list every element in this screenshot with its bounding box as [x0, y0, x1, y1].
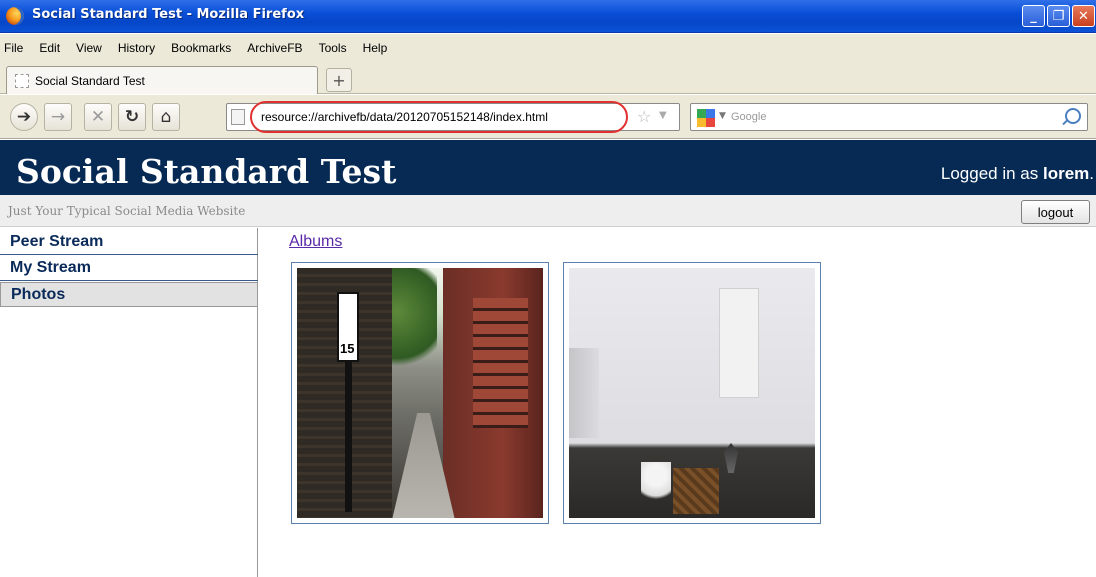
site-tagline: Just Your Typical Social Media Website [8, 204, 246, 218]
page-favicon-icon [15, 73, 29, 88]
sub-header: Just Your Typical Social Media Website l… [0, 195, 1096, 227]
login-suffix: . [1089, 164, 1094, 183]
speed-limit-sign: 15 [337, 292, 359, 362]
wicker-basket [673, 468, 719, 514]
search-icon[interactable] [1065, 108, 1081, 124]
login-status: Logged in as lorem. [941, 164, 1094, 184]
menu-file[interactable]: File [4, 41, 31, 55]
forward-arrow-icon[interactable]: → [44, 103, 72, 131]
wall-figure [724, 443, 738, 473]
url-history-dropdown-icon[interactable]: ▼ [659, 110, 667, 121]
tab-social-standard-test[interactable]: Social Standard Test [6, 66, 318, 94]
tab-label: Social Standard Test [35, 73, 145, 88]
menu-tools[interactable]: Tools [311, 41, 355, 55]
login-prefix: Logged in as [940, 164, 1043, 183]
navigation-toolbar: ➔ → ✕ ↻ ⌂ resource://archivefb/data/2012… [0, 95, 1096, 139]
bookmark-star-icon[interactable]: ☆ [637, 107, 651, 126]
menu-archivefb[interactable]: ArchiveFB [239, 41, 310, 55]
logout-button[interactable]: logout [1021, 200, 1090, 224]
menu-bookmarks[interactable]: Bookmarks [163, 41, 239, 55]
speed-limit-value: 15 [340, 341, 355, 356]
album-photo-thumbnail[interactable] [563, 262, 821, 524]
close-window-button[interactable]: ✕ [1072, 5, 1095, 27]
firefox-logo-icon [6, 7, 24, 25]
wall-paper-sheet [719, 288, 759, 398]
album-photo-thumbnail[interactable]: 15 [291, 262, 549, 524]
url-text[interactable]: resource://archivefb/data/20120705152148… [261, 110, 548, 124]
albums-link[interactable]: Albums [289, 233, 342, 251]
search-box[interactable]: ▼ Google [690, 103, 1088, 131]
alley-photo[interactable]: 15 [297, 268, 543, 518]
stop-icon[interactable]: ✕ [84, 103, 112, 131]
sidebar-item-peer-stream[interactable]: Peer Stream [0, 230, 258, 255]
home-icon[interactable]: ⌂ [152, 103, 180, 131]
search-placeholder: Google [731, 111, 767, 123]
sign-pole [345, 362, 352, 512]
new-tab-button[interactable]: + [326, 68, 352, 92]
sidebar-item-my-stream[interactable]: My Stream [0, 256, 258, 281]
menu-help[interactable]: Help [355, 41, 396, 55]
search-engine-dropdown-icon[interactable]: ▼ [719, 111, 726, 121]
red-building [443, 268, 543, 518]
site-title: Social Standard Test [16, 152, 397, 191]
menu-bar: File Edit View History Bookmarks Archive… [0, 34, 1096, 62]
site-header: Social Standard Test Logged in as lorem. [0, 140, 1096, 195]
address-bar[interactable]: resource://archivefb/data/20120705152148… [226, 103, 680, 131]
maximize-button[interactable]: ❐ [1047, 5, 1070, 27]
reload-icon[interactable]: ↻ [118, 103, 146, 131]
back-arrow-icon[interactable]: ➔ [10, 103, 38, 131]
window-title: Social Standard Test - Mozilla Firefox [32, 7, 305, 22]
tab-strip: Social Standard Test + [0, 62, 1096, 94]
login-username: lorem [1042, 164, 1090, 183]
menu-edit[interactable]: Edit [31, 41, 68, 55]
wall-edge [569, 348, 599, 438]
white-toy [641, 462, 671, 506]
search-engine-icon[interactable] [697, 109, 715, 127]
room-photo[interactable] [569, 268, 815, 518]
sidebar-nav: Peer Stream My Stream Photos [0, 228, 258, 577]
sidebar-item-photos[interactable]: Photos [0, 282, 258, 307]
menu-history[interactable]: History [110, 41, 163, 55]
site-identity-icon[interactable] [231, 109, 245, 125]
menu-view[interactable]: View [68, 41, 110, 55]
window-title-bar: Social Standard Test - Mozilla Firefox _… [0, 0, 1096, 33]
minimize-button[interactable]: _ [1022, 5, 1045, 27]
